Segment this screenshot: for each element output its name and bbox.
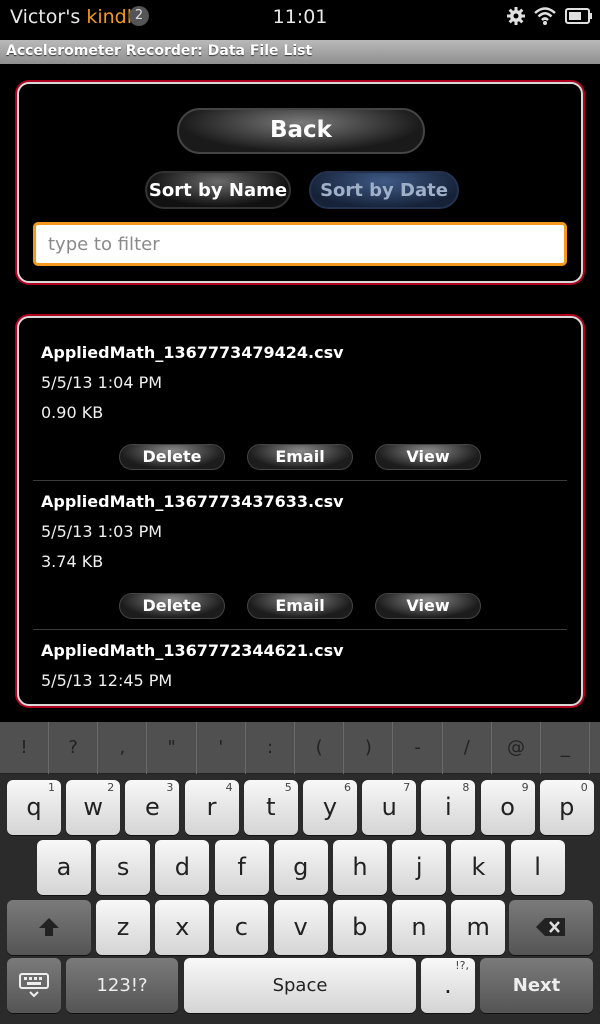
- key-x[interactable]: x: [155, 900, 210, 955]
- next-key[interactable]: Next: [480, 958, 593, 1013]
- delete-button[interactable]: Delete: [119, 444, 225, 470]
- email-button[interactable]: Email: [247, 444, 353, 470]
- key-e[interactable]: e3: [125, 780, 180, 835]
- email-button[interactable]: Email: [247, 593, 353, 619]
- symbol-key[interactable]: @: [492, 722, 541, 774]
- on-screen-keyboard: !?, " ':() - / @ _ q1w2e3r4t5y6u7i8o9p0 asdfghj…: [0, 722, 600, 1024]
- filter-input[interactable]: [33, 222, 567, 266]
- key-i[interactable]: i8: [421, 780, 476, 835]
- key-u[interactable]: u7: [362, 780, 417, 835]
- key-b[interactable]: b: [332, 900, 387, 955]
- symbol-key[interactable]: ': [197, 722, 246, 774]
- battery-icon: [565, 8, 592, 24]
- wifi-icon: [534, 7, 556, 25]
- list-divider: [33, 629, 567, 630]
- file-item: AppliedMath_1367772344621.csv 5/5/13 12:…: [41, 641, 561, 704]
- key-o[interactable]: o9: [480, 780, 535, 835]
- file-list-panel: AppliedMath_1367773479424.csv 5/5/13 1:0…: [17, 316, 583, 706]
- symbol-key[interactable]: ": [148, 722, 197, 774]
- key-d[interactable]: d: [155, 840, 210, 895]
- key-t[interactable]: t5: [243, 780, 298, 835]
- shift-key[interactable]: [7, 900, 91, 955]
- key-c[interactable]: c: [214, 900, 269, 955]
- key-f[interactable]: f: [214, 840, 269, 895]
- gear-icon[interactable]: [506, 6, 526, 26]
- symbol-key[interactable]: ,: [98, 722, 148, 774]
- file-size: 0.90 KB: [41, 403, 104, 422]
- key-q[interactable]: q1: [7, 780, 61, 835]
- backspace-key[interactable]: [509, 900, 593, 955]
- key-w[interactable]: w2: [66, 780, 121, 835]
- back-button[interactable]: Back: [177, 108, 425, 154]
- key-m[interactable]: m: [451, 900, 506, 955]
- key-p[interactable]: p0: [539, 780, 594, 835]
- keyboard-hide-key[interactable]: [7, 958, 61, 1013]
- symbol-key[interactable]: -: [394, 722, 443, 774]
- app-title: Accelerometer Recorder: Data File List: [6, 43, 313, 59]
- view-button[interactable]: View: [375, 444, 481, 470]
- key-s[interactable]: s: [96, 840, 151, 895]
- symbol-key[interactable]: /: [443, 722, 492, 774]
- list-divider: [33, 480, 567, 481]
- key-r[interactable]: r4: [184, 780, 239, 835]
- key-z[interactable]: z: [96, 900, 150, 955]
- key-k[interactable]: k: [451, 840, 506, 895]
- app-title-bar: Accelerometer Recorder: Data File List: [0, 40, 600, 64]
- symbol-key[interactable]: :: [246, 722, 295, 774]
- key-v[interactable]: v: [273, 900, 328, 955]
- file-name: AppliedMath_1367773479424.csv: [41, 343, 344, 362]
- symbols-mode-key[interactable]: 123!?: [66, 958, 178, 1013]
- key-n[interactable]: n: [392, 900, 446, 955]
- file-date: 5/5/13 12:45 PM: [41, 671, 173, 690]
- controls-panel: Back Sort by Name Sort by Date: [17, 82, 583, 283]
- shift-icon: [39, 918, 59, 936]
- status-bar: Victor's kindle 2 11:01: [0, 0, 600, 38]
- symbol-key[interactable]: _: [541, 722, 591, 774]
- file-date: 5/5/13 1:04 PM: [41, 373, 163, 392]
- symbol-row: !?, " ':() - / @ _: [0, 722, 600, 774]
- symbol-key[interactable]: !: [0, 722, 49, 774]
- sort-by-date-button[interactable]: Sort by Date: [309, 171, 459, 209]
- key-j[interactable]: j: [392, 840, 447, 895]
- file-name: AppliedMath_1367773437633.csv: [41, 492, 344, 511]
- space-key[interactable]: Space: [184, 958, 416, 1013]
- key-a[interactable]: a: [37, 840, 91, 895]
- delete-button[interactable]: Delete: [119, 593, 225, 619]
- period-key[interactable]: .!?,: [421, 958, 475, 1013]
- backspace-icon: [536, 918, 565, 936]
- view-button[interactable]: View: [375, 593, 481, 619]
- key-g[interactable]: g: [273, 840, 328, 895]
- symbol-key[interactable]: ?: [49, 722, 99, 774]
- file-name: AppliedMath_1367772344621.csv: [41, 641, 344, 660]
- symbol-key[interactable]: ): [344, 722, 394, 774]
- key-l[interactable]: l: [510, 840, 565, 895]
- file-size: 3.74 KB: [41, 552, 104, 571]
- sort-by-name-button[interactable]: Sort by Name: [145, 171, 291, 209]
- key-h[interactable]: h: [333, 840, 387, 895]
- keyboard-icon: [19, 973, 49, 998]
- key-y[interactable]: y6: [303, 780, 357, 835]
- file-date: 5/5/13 1:03 PM: [41, 522, 163, 541]
- symbol-key[interactable]: (: [295, 722, 345, 774]
